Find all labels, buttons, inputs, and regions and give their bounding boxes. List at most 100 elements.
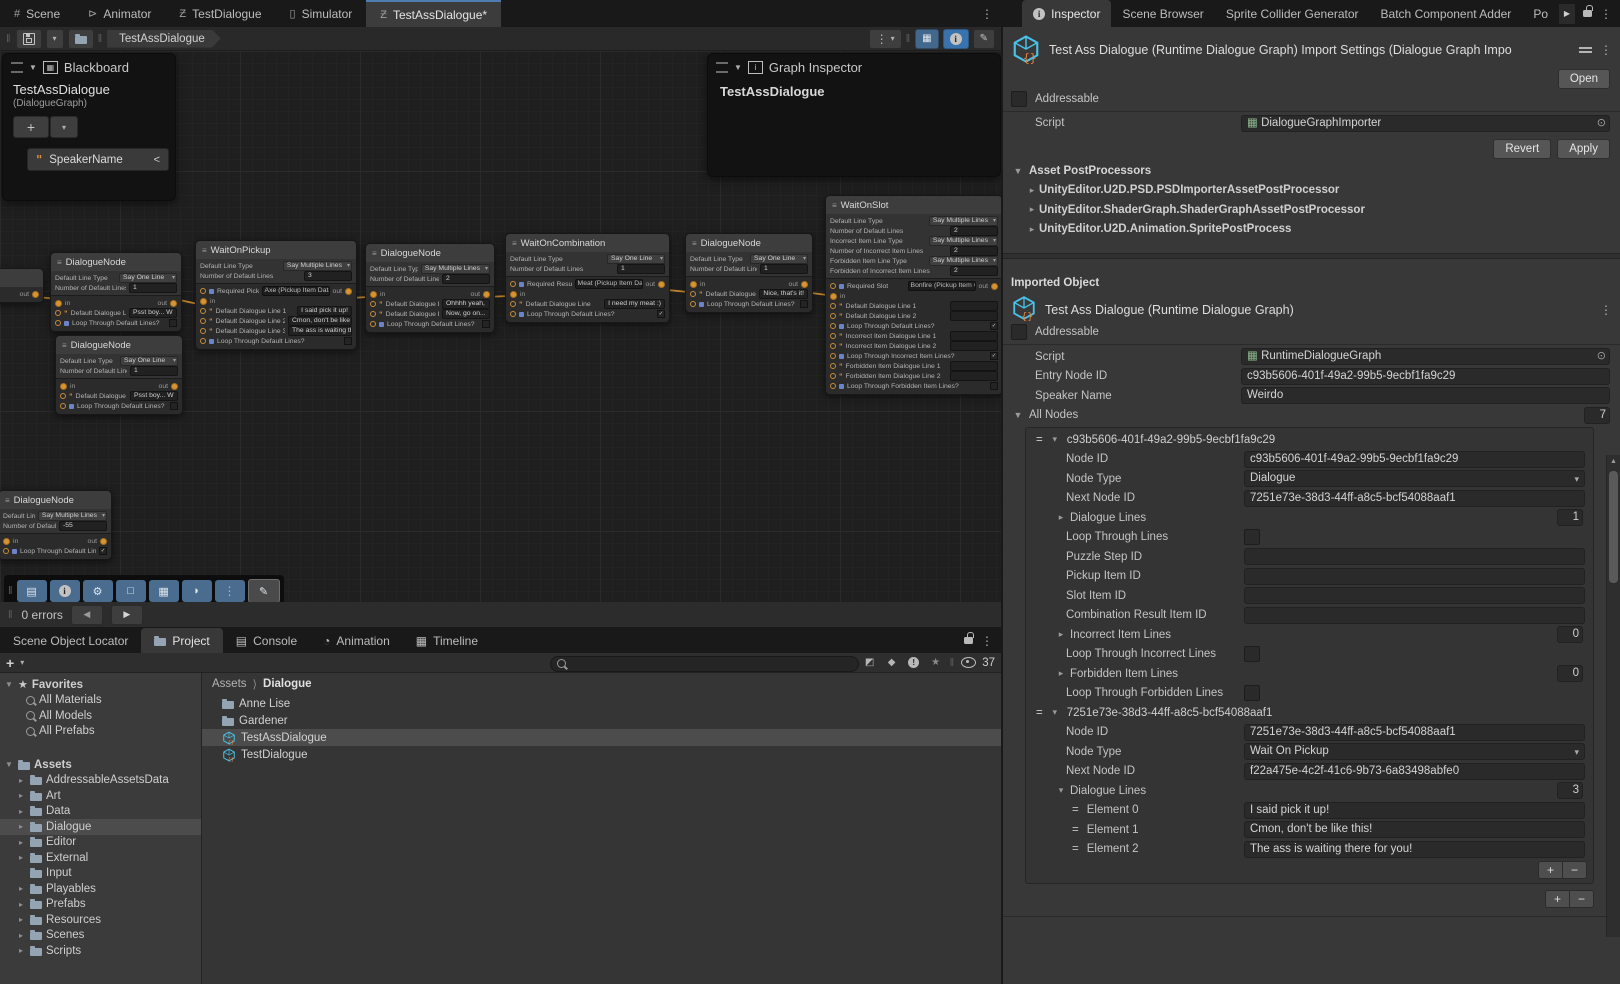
node-number-field[interactable]: 2 (950, 246, 998, 256)
node-number-field[interactable]: 1 (617, 264, 665, 274)
graph-inspector-toggle-button[interactable]: i (943, 29, 969, 49)
bool-port-icon[interactable] (830, 353, 836, 359)
favorites-header[interactable]: ▼★Favorites (0, 677, 201, 693)
node-checkbox[interactable]: ✓ (657, 310, 665, 318)
graph-node-waitonslot[interactable]: ≡WaitOnSlotDefault Line TypeSay Multiple… (825, 195, 1001, 395)
element-field[interactable]: I said pick it up! (1244, 802, 1585, 819)
pane-menu-icon[interactable]: ⋮ (981, 634, 1001, 648)
input-port-icon[interactable] (830, 293, 837, 300)
node-text-field[interactable] (950, 361, 998, 371)
node-title[interactable]: ≡WaitOnCombination (506, 234, 669, 252)
panel-grip-icon[interactable] (11, 62, 23, 73)
doc-tab-animator[interactable]: ⊳Animator (74, 0, 165, 27)
show-in-project-button[interactable] (68, 29, 94, 49)
chevron-down-icon[interactable]: ▾ (1054, 785, 1068, 796)
node-object-field[interactable]: Bonfire (Pickup Item ⊙ (908, 281, 976, 291)
tools-button[interactable]: ⚙ (83, 580, 113, 602)
node-text-field[interactable]: I need my meat :) (604, 299, 665, 309)
property-field[interactable]: c93b5606-401f-49a2-99b5-9ecbf1fa9c29 (1244, 451, 1585, 468)
toolbar-drag-handle[interactable]: ‖ (6, 33, 12, 45)
bool-port-icon[interactable] (510, 311, 516, 317)
chevron-right-icon[interactable]: ▸ (1025, 185, 1039, 196)
chevron-right-icon[interactable]: ▸ (16, 915, 26, 924)
folder-item-scenes[interactable]: ▸Scenes (0, 928, 201, 944)
node-checkbox[interactable] (344, 337, 352, 345)
chevron-right-icon[interactable]: ▸ (16, 776, 26, 785)
line-port-icon[interactable] (830, 313, 836, 319)
line-port-icon[interactable] (200, 328, 206, 334)
folder-item-playables[interactable]: ▸Playables (0, 881, 201, 897)
doc-tab-simulator[interactable]: ▯Simulator (276, 0, 367, 27)
property-field[interactable] (1244, 587, 1585, 604)
node-text-field[interactable]: I said pick it up! (297, 306, 352, 316)
toolbar-options-button[interactable]: ⋮▾ (869, 29, 902, 49)
node-object-field[interactable]: Meat (Pickup Item Data) ⊙ (575, 279, 643, 289)
output-port-icon[interactable] (100, 538, 107, 545)
node-text-field[interactable]: Ohhhh yeah, (442, 299, 490, 309)
inspector-toggle-button[interactable]: i (50, 580, 80, 602)
input-port-icon[interactable] (55, 300, 62, 307)
property-dropdown[interactable]: Dialogue (1244, 470, 1585, 487)
node-dropdown[interactable]: Say One Line (750, 254, 808, 264)
input-port-icon[interactable] (370, 291, 377, 298)
chevron-right-icon[interactable]: ▸ (16, 931, 26, 940)
chevron-right-icon[interactable]: ▸ (16, 838, 26, 847)
output-port-icon[interactable] (483, 291, 490, 298)
collapse-icon[interactable]: < (154, 154, 160, 166)
script-field[interactable]: ▦ DialogueGraphImporter⊙ (1241, 115, 1610, 132)
node-number-field[interactable]: -55 (59, 521, 107, 531)
node-dropdown[interactable]: Say One Line (120, 356, 178, 366)
inspector-tab-sprite-collider-generator[interactable]: Sprite Collider Generator (1215, 0, 1370, 27)
open-button[interactable]: Open (1558, 69, 1610, 89)
property-field[interactable] (1244, 568, 1585, 585)
folder-item-external[interactable]: ▸External (0, 850, 201, 866)
window-button[interactable]: □ (116, 580, 146, 602)
node-library-button[interactable]: ▤ (17, 580, 47, 602)
node-text-field[interactable] (950, 301, 998, 311)
reorder-handle-icon[interactable]: = (1072, 843, 1079, 855)
script-field[interactable]: ▦ RuntimeDialogueGraph⊙ (1241, 348, 1610, 365)
minimap-button[interactable]: ◗ (182, 580, 212, 602)
remove-element-button[interactable]: − (1562, 862, 1586, 878)
folder-item-dialogue[interactable]: ▸Dialogue (0, 819, 201, 835)
property-field[interactable]: f22a475e-4c2f-41c6-9b73-6a83498abfe0 (1244, 763, 1585, 780)
blackboard-button[interactable]: ▦ (149, 580, 179, 602)
node-text-field[interactable]: Psst boy... W (130, 391, 178, 401)
add-variable-dropdown[interactable]: ▾ (50, 116, 78, 138)
scrollbar-thumb[interactable] (1609, 471, 1618, 583)
inspector-tab-po[interactable]: Po (1522, 0, 1559, 27)
line-port-icon[interactable] (200, 318, 206, 324)
node-number-field[interactable]: 2 (950, 226, 998, 236)
node-foldout-header[interactable]: =▾c93b5606-401f-49a2-99b5-9ecbf1fa9c29 (1026, 430, 1593, 450)
node-text-field[interactable]: Nice, that's it! (759, 289, 808, 299)
node-text-field[interactable]: Now, go on... (442, 309, 490, 319)
bool-port-icon[interactable] (370, 321, 376, 327)
doc-tab-scene[interactable]: #Scene (0, 0, 74, 27)
output-port-icon[interactable] (991, 283, 998, 290)
favorite-item-all-prefabs[interactable]: All Prefabs (0, 724, 201, 740)
node-dropdown[interactable]: Say One Line (607, 254, 665, 264)
chevron-down-icon[interactable]: ▼ (734, 63, 742, 72)
blackboard-toggle-button[interactable]: ▦ (915, 29, 938, 49)
graph-node-dialoguenode[interactable]: ≡DialogueNodeDefault Line TypeSay One Li… (50, 252, 182, 332)
kebab-icon[interactable]: ⋮ (1600, 43, 1612, 57)
chevron-down-icon[interactable]: ▼ (4, 680, 14, 689)
bool-port-icon[interactable] (830, 323, 836, 329)
node-dropdown[interactable]: Say One Line (119, 273, 177, 283)
chevron-right-icon[interactable]: ▸ (1054, 512, 1068, 523)
input-port-icon[interactable] (690, 281, 697, 288)
object-port-icon[interactable] (510, 281, 516, 287)
node-checkbox[interactable] (990, 382, 998, 390)
node-text-field[interactable] (950, 371, 998, 381)
property-field[interactable] (1244, 607, 1585, 624)
edit-toggle-button[interactable]: ✎ (973, 29, 995, 49)
graph-node-dialoguenode[interactable]: ≡DialogueNodeDefault Line TypeSay Multip… (365, 243, 495, 333)
node-checkbox[interactable] (169, 319, 177, 327)
bool-port-icon[interactable] (3, 548, 9, 554)
reorder-handle-icon[interactable]: = (1036, 707, 1043, 719)
foldout-arrow-icon[interactable]: ▼ (1011, 410, 1025, 420)
panel-grip-icon[interactable] (716, 62, 728, 73)
output-port-icon[interactable] (170, 300, 177, 307)
folder-item-art[interactable]: ▸Art (0, 788, 201, 804)
array-size-field[interactable]: 3 (1557, 782, 1583, 799)
